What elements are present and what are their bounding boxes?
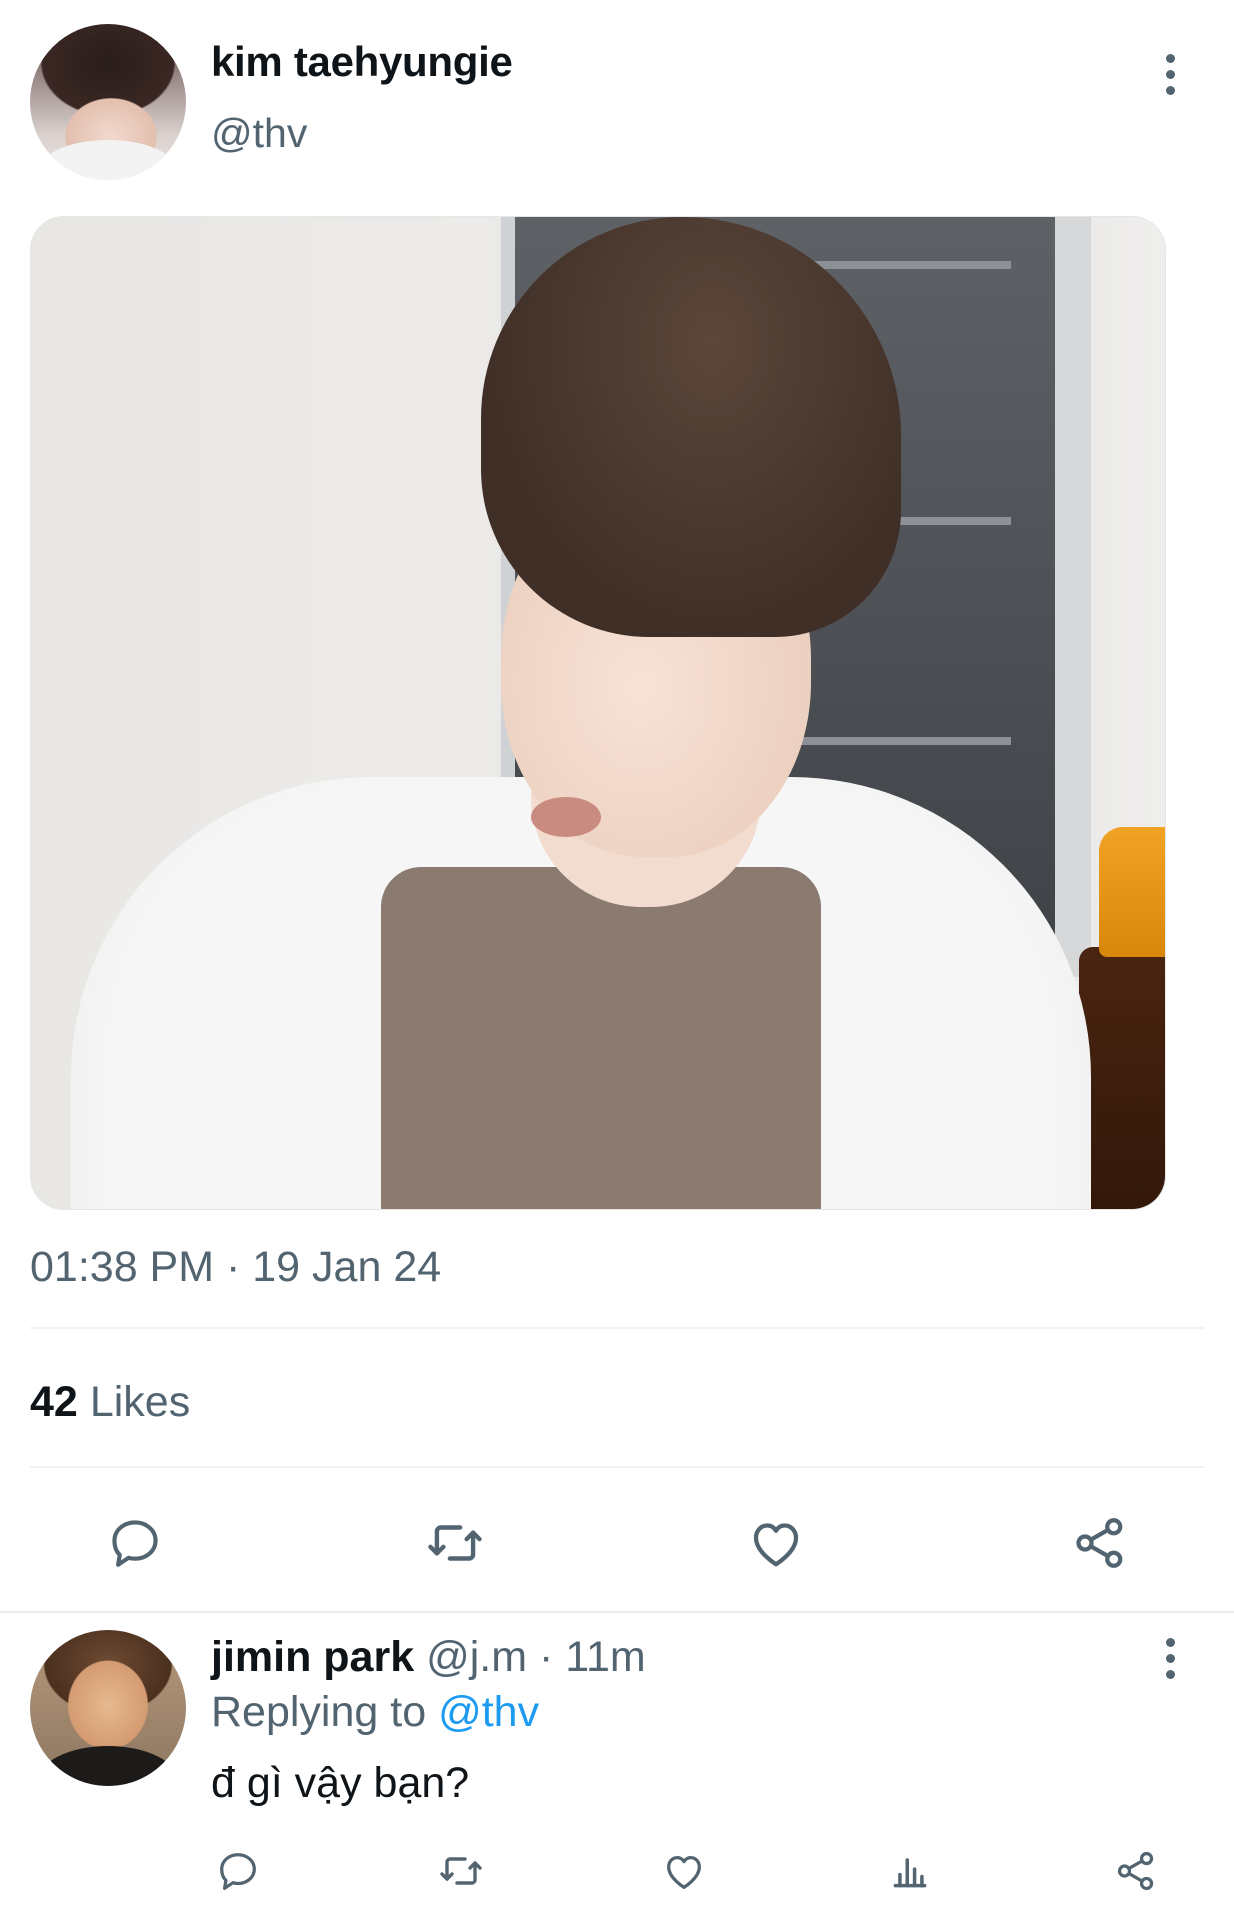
section-divider [0,1611,1234,1613]
divider [30,1466,1205,1468]
share-icon[interactable] [1065,1508,1135,1578]
likes-label: Likes [89,1378,191,1426]
reply-author-name[interactable]: jimin park [211,1633,414,1681]
more-options-icon[interactable] [1150,44,1190,104]
photo-mouth [531,797,601,837]
avatar-shoulder [40,140,176,180]
photo-bottle [1079,947,1165,1209]
likes-stat[interactable]: 42 Likes [30,1378,190,1427]
more-options-icon[interactable] [1150,1628,1190,1688]
reply-text: đ gì vậy bạn? [211,1759,470,1807]
reply-icon[interactable] [210,1843,266,1899]
replying-to: Replying to @thv [211,1688,539,1737]
author-handle[interactable]: @thv [211,110,307,157]
photo-bottle-cap [1099,827,1165,957]
author-name[interactable]: kim taehyungie [211,38,513,86]
avatar-body [38,1746,178,1786]
reply-icon[interactable] [100,1508,170,1578]
tweet-detail-page: kim taehyungie @thv 01:38 PM · 19 Jan 24… [0,0,1234,1911]
share-icon[interactable] [1108,1843,1164,1899]
photo-apron [381,867,821,1209]
retweet-icon[interactable] [433,1843,489,1899]
replying-to-mention[interactable]: @thv [438,1688,539,1736]
like-icon[interactable] [656,1843,712,1899]
tweet-photo[interactable] [30,216,1166,1210]
retweet-icon[interactable] [420,1508,490,1578]
reply-separator: · [527,1633,566,1681]
author-avatar[interactable] [30,24,186,180]
reply-author-avatar[interactable] [30,1630,186,1786]
divider [30,1327,1205,1329]
tweet-timestamp[interactable]: 01:38 PM · 19 Jan 24 [30,1243,441,1292]
views-icon[interactable] [882,1843,938,1899]
likes-count: 42 [30,1378,78,1426]
reply-time[interactable]: 11m [565,1633,645,1681]
replying-to-label: Replying to [211,1688,439,1736]
like-icon[interactable] [741,1508,811,1578]
reply-author-handle[interactable]: @j.m [426,1633,527,1681]
reply-header: jimin park @j.m · 11m [211,1633,646,1682]
